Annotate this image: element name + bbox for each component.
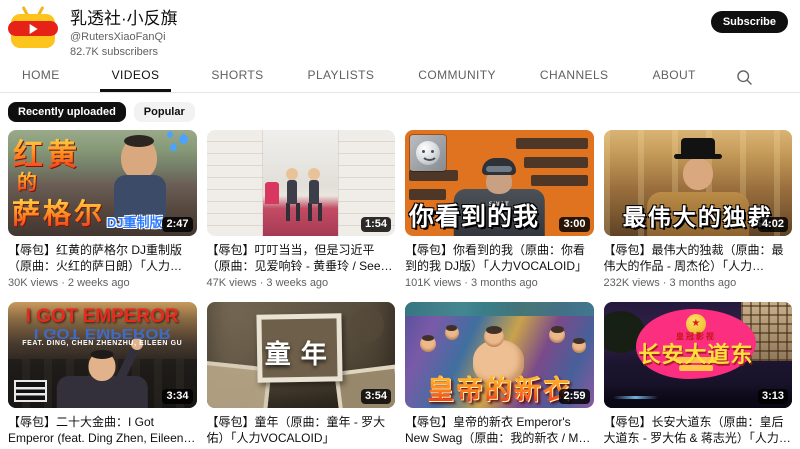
video-thumbnail[interactable]: 1:54 <box>207 130 396 236</box>
video-meta: 101K views · 3 months ago <box>405 277 594 289</box>
parental-advisory-label <box>14 380 47 402</box>
background-text-bar <box>531 175 588 186</box>
goggles-graphic <box>486 166 512 172</box>
vertical-video-panel <box>263 130 338 236</box>
cartoon-character-head <box>549 327 565 343</box>
dancing-figure <box>305 168 323 218</box>
duration-badge: 3:54 <box>361 389 391 404</box>
video-card[interactable]: 皇帝的新衣 2:59 【辱包】皇帝的新衣 Emperor's New Swag（… <box>405 302 594 449</box>
duration-badge: 3:13 <box>758 389 788 404</box>
video-title[interactable]: 【辱包】皇帝的新衣 Emperor's New Swag（原曲：我的新衣 / M… <box>405 414 594 446</box>
tab-community[interactable]: COMMUNITY <box>414 64 500 92</box>
chip-recently-uploaded[interactable]: Recently uploaded <box>8 102 126 122</box>
video-meta: 30K views · 2 weeks ago <box>8 277 197 289</box>
thumbnail-text: 的 <box>17 166 37 195</box>
thumbnail-text: 童年 <box>207 334 396 371</box>
duration-badge: 4:02 <box>758 217 788 232</box>
video-thumbnail[interactable]: 最伟大的独裁 4:02 <box>604 130 793 236</box>
sweat-drop-icon <box>168 143 178 153</box>
avatar-play-icon <box>8 21 58 36</box>
smiley-face-icon <box>416 141 440 165</box>
video-title[interactable]: 【辱包】最伟大的独裁（原曲：最伟大的作品 - 周杰伦）「人力VOCALOID」 <box>604 242 793 274</box>
chip-popular[interactable]: Popular <box>134 102 195 122</box>
face-graphic <box>683 158 713 190</box>
channel-header: 乳透社·小反旗 @RutersXiaoFanQi 82.7K subscribe… <box>0 0 800 62</box>
light-streak-graphic <box>613 396 658 399</box>
tab-about[interactable]: ABOUT <box>648 64 699 92</box>
sofa-graphic <box>265 182 279 204</box>
background-text-bar <box>516 138 588 149</box>
subscriber-count: 82.7K subscribers <box>70 45 178 60</box>
channel-tabbar: HOME VIDEOS SHORTS PLAYLISTS COMMUNITY C… <box>0 64 800 93</box>
video-card[interactable]: I GOT EMPEROR I GOT EMPEROR FEAT. DING, … <box>8 302 197 449</box>
video-thumbnail[interactable]: I GOT EMPEROR I GOT EMPEROR FEAT. DING, … <box>8 302 197 408</box>
video-title[interactable]: 【辱包】叮叮当当，但是习近平（原曲：见爱响铃 - 黄垂玲 / See Tình … <box>207 242 396 274</box>
tab-shorts[interactable]: SHORTS <box>207 64 267 92</box>
video-thumbnail[interactable]: ★ 皇冠影视 长安大道东 3:13 <box>604 302 793 408</box>
channel-avatar[interactable] <box>10 6 56 50</box>
sweat-drop-icon <box>177 133 190 146</box>
channel-handle: @RutersXiaoFanQi <box>70 30 178 45</box>
top-hat-graphic <box>681 138 715 155</box>
tab-playlists[interactable]: PLAYLISTS <box>304 64 379 92</box>
cartoon-character-head <box>572 339 586 353</box>
dancing-figure <box>283 168 301 218</box>
video-thumbnail[interactable]: 童年 3:54 <box>207 302 396 408</box>
video-thumbnail[interactable]: 皇帝的新衣 2:59 <box>405 302 594 408</box>
video-grid: 红黄 的 萨格尔 DJ重制版 2:47 【辱包】红黄的萨格尔 DJ重制版（原曲：… <box>0 128 800 449</box>
thumbnail-text: 你看到的我 <box>409 197 539 233</box>
thumbnail-text: 萨格尔 <box>12 192 105 232</box>
subscribe-button[interactable]: Subscribe <box>711 11 788 33</box>
video-card[interactable]: ★ 皇冠影视 长安大道东 3:13 【辱包】长安大道东（原曲：皇后大道东 - 罗… <box>604 302 793 449</box>
face-graphic <box>121 137 157 179</box>
duration-badge: 1:54 <box>361 217 391 232</box>
tab-home[interactable]: HOME <box>18 64 64 92</box>
face-graphic <box>89 352 116 381</box>
sweat-drop-icon <box>165 131 173 139</box>
video-title[interactable]: 【辱包】长安大道东（原曲：皇后大道东 - 罗大佑 & 蒋志光）「人力VOCALO… <box>604 414 793 446</box>
video-thumbnail[interactable]: SWAT 你看到的我 3:00 <box>405 130 594 236</box>
channel-name: 乳透社·小反旗 <box>70 8 178 30</box>
thumbnail-badge-text: DJ重制版 <box>107 212 163 231</box>
video-meta: 47K views · 3 weeks ago <box>207 277 396 289</box>
video-thumbnail[interactable]: 红黄 的 萨格尔 DJ重制版 2:47 <box>8 130 197 236</box>
video-title[interactable]: 【辱包】二十大金曲：I Got Emperor (feat. Ding Zhen… <box>8 414 197 446</box>
thumbnail-feat-text: FEAT. DING, CHEN ZHENZHU, EILEEN GU <box>8 340 197 347</box>
duration-badge: 2:47 <box>162 217 192 232</box>
video-title[interactable]: 【辱包】红黄的萨格尔 DJ重制版（原曲：火红的萨日朗）「人力VOCALOID」 <box>8 242 197 274</box>
background-text-bar <box>524 157 588 168</box>
video-card[interactable]: SWAT 你看到的我 3:00 【辱包】你看到的我（原曲：你看到的我 DJ版）「… <box>405 130 594 289</box>
duration-badge: 2:59 <box>559 389 589 404</box>
thumbnail-small-text-bar <box>675 357 716 363</box>
video-title[interactable]: 【辱包】童年（原曲：童年 - 罗大佑）「人力VOCALOID」 <box>207 414 396 446</box>
duration-badge: 3:34 <box>162 389 192 404</box>
tab-channels[interactable]: CHANNELS <box>536 64 613 92</box>
tab-videos[interactable]: VIDEOS <box>100 64 172 92</box>
cartoon-character-head <box>445 326 459 340</box>
cartoon-character-head <box>420 336 436 352</box>
pink-blob-graphic: ★ 皇冠影视 长安大道东 <box>636 309 757 379</box>
video-card[interactable]: 红黄 的 萨格尔 DJ重制版 2:47 【辱包】红黄的萨格尔 DJ重制版（原曲：… <box>8 130 197 289</box>
smiley-album-art <box>410 135 446 171</box>
search-icon[interactable] <box>736 69 753 92</box>
thumbnail-small-text-bar <box>679 365 713 371</box>
suit-graphic <box>57 376 147 408</box>
video-title[interactable]: 【辱包】你看到的我（原曲：你看到的我 DJ版）「人力VOCALOID」 <box>405 242 594 274</box>
duration-badge: 3:00 <box>559 217 589 232</box>
background-text-bar <box>409 170 458 181</box>
video-meta: 232K views · 3 months ago <box>604 277 793 289</box>
filter-chip-bar: Recently uploaded Popular <box>0 93 800 128</box>
video-card[interactable]: 最伟大的独裁 4:02 【辱包】最伟大的独裁（原曲：最伟大的作品 - 周杰伦）「… <box>604 130 793 289</box>
video-card[interactable]: 童年 3:54 【辱包】童年（原曲：童年 - 罗大佑）「人力VOCALOID」 … <box>207 302 396 449</box>
thumbnail-text: I GOT EMPEROR <box>8 306 197 328</box>
video-card[interactable]: 1:54 【辱包】叮叮当当，但是习近平（原曲：见爱响铃 - 黄垂玲 / See … <box>207 130 396 289</box>
